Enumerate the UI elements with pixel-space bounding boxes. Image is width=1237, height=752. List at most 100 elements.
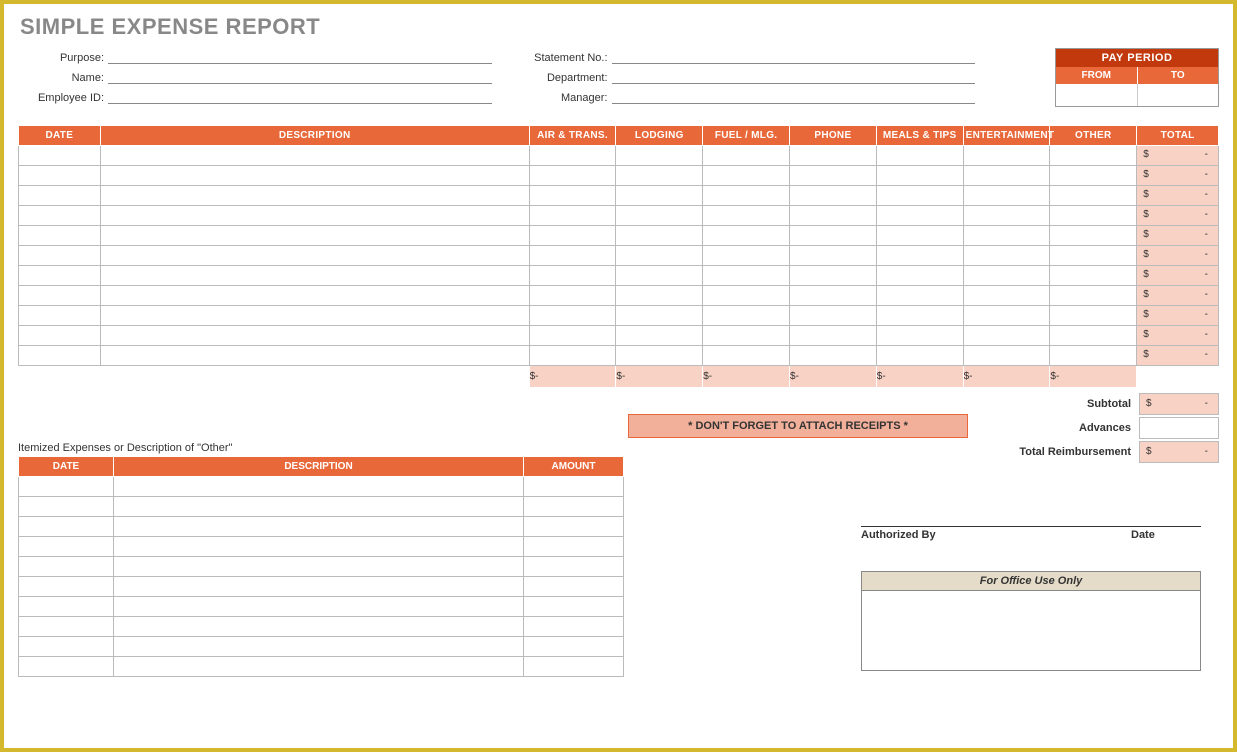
pay-period-from[interactable] — [1056, 84, 1138, 106]
itemized-cell[interactable] — [19, 617, 114, 637]
itemized-cell[interactable] — [114, 537, 524, 557]
expense-cell[interactable] — [100, 306, 529, 326]
expense-cell[interactable] — [876, 186, 963, 206]
itemized-cell[interactable] — [19, 517, 114, 537]
itemized-cell[interactable] — [524, 477, 624, 497]
expense-cell[interactable] — [963, 266, 1050, 286]
expense-cell[interactable] — [790, 166, 877, 186]
itemized-cell[interactable] — [114, 577, 524, 597]
expense-cell[interactable] — [529, 246, 616, 266]
expense-cell[interactable] — [963, 326, 1050, 346]
expense-cell[interactable] — [963, 186, 1050, 206]
itemized-cell[interactable] — [524, 537, 624, 557]
advances-value[interactable] — [1139, 417, 1219, 439]
expense-cell[interactable] — [100, 266, 529, 286]
itemized-cell[interactable] — [524, 617, 624, 637]
expense-cell[interactable] — [790, 326, 877, 346]
expense-cell[interactable] — [529, 186, 616, 206]
expense-cell[interactable] — [703, 306, 790, 326]
itemized-cell[interactable] — [524, 597, 624, 617]
expense-cell[interactable] — [703, 186, 790, 206]
input-department[interactable] — [612, 68, 976, 84]
expense-cell[interactable] — [616, 146, 703, 166]
expense-cell[interactable] — [1050, 166, 1137, 186]
expense-cell[interactable] — [616, 306, 703, 326]
expense-cell[interactable] — [529, 166, 616, 186]
expense-cell[interactable] — [790, 146, 877, 166]
expense-cell[interactable] — [703, 246, 790, 266]
itemized-cell[interactable] — [114, 517, 524, 537]
itemized-cell[interactable] — [114, 597, 524, 617]
expense-cell[interactable] — [19, 306, 101, 326]
expense-cell[interactable] — [529, 346, 616, 366]
expense-cell[interactable] — [616, 326, 703, 346]
expense-cell[interactable] — [963, 286, 1050, 306]
expense-cell[interactable] — [100, 246, 529, 266]
input-manager[interactable] — [612, 88, 976, 104]
expense-cell[interactable] — [876, 246, 963, 266]
expense-cell[interactable] — [19, 186, 101, 206]
expense-cell[interactable] — [616, 186, 703, 206]
expense-cell[interactable] — [19, 146, 101, 166]
expense-cell[interactable] — [616, 286, 703, 306]
expense-cell[interactable] — [529, 286, 616, 306]
expense-cell[interactable] — [876, 206, 963, 226]
expense-cell[interactable] — [100, 166, 529, 186]
expense-cell[interactable] — [100, 186, 529, 206]
expense-cell[interactable] — [616, 346, 703, 366]
expense-cell[interactable] — [1050, 266, 1137, 286]
expense-cell[interactable] — [616, 206, 703, 226]
expense-cell[interactable] — [703, 266, 790, 286]
expense-cell[interactable] — [703, 206, 790, 226]
expense-cell[interactable] — [19, 206, 101, 226]
itemized-cell[interactable] — [19, 657, 114, 677]
input-statement-no[interactable] — [612, 48, 976, 64]
expense-cell[interactable] — [1050, 206, 1137, 226]
itemized-cell[interactable] — [524, 497, 624, 517]
itemized-cell[interactable] — [524, 517, 624, 537]
expense-cell[interactable] — [529, 306, 616, 326]
expense-cell[interactable] — [19, 166, 101, 186]
expense-cell[interactable] — [19, 326, 101, 346]
itemized-cell[interactable] — [524, 657, 624, 677]
itemized-cell[interactable] — [19, 477, 114, 497]
expense-cell[interactable] — [1050, 186, 1137, 206]
expense-cell[interactable] — [1050, 146, 1137, 166]
expense-cell[interactable] — [703, 286, 790, 306]
expense-cell[interactable] — [963, 346, 1050, 366]
expense-cell[interactable] — [1050, 326, 1137, 346]
expense-cell[interactable] — [1050, 306, 1137, 326]
expense-cell[interactable] — [529, 226, 616, 246]
expense-cell[interactable] — [19, 346, 101, 366]
expense-cell[interactable] — [19, 286, 101, 306]
expense-cell[interactable] — [790, 206, 877, 226]
itemized-cell[interactable] — [524, 557, 624, 577]
expense-cell[interactable] — [100, 146, 529, 166]
expense-cell[interactable] — [100, 326, 529, 346]
expense-cell[interactable] — [876, 306, 963, 326]
itemized-cell[interactable] — [114, 557, 524, 577]
expense-cell[interactable] — [100, 206, 529, 226]
expense-cell[interactable] — [876, 326, 963, 346]
expense-cell[interactable] — [19, 246, 101, 266]
expense-cell[interactable] — [790, 286, 877, 306]
input-employee-id[interactable] — [108, 88, 492, 104]
itemized-cell[interactable] — [524, 577, 624, 597]
itemized-cell[interactable] — [114, 477, 524, 497]
input-purpose[interactable] — [108, 48, 492, 64]
expense-cell[interactable] — [616, 226, 703, 246]
expense-cell[interactable] — [790, 186, 877, 206]
expense-cell[interactable] — [790, 266, 877, 286]
expense-cell[interactable] — [1050, 286, 1137, 306]
expense-cell[interactable] — [876, 266, 963, 286]
expense-cell[interactable] — [790, 306, 877, 326]
expense-cell[interactable] — [529, 326, 616, 346]
pay-period-to[interactable] — [1138, 84, 1219, 106]
itemized-cell[interactable] — [19, 597, 114, 617]
expense-cell[interactable] — [963, 246, 1050, 266]
expense-cell[interactable] — [703, 146, 790, 166]
expense-cell[interactable] — [790, 226, 877, 246]
expense-cell[interactable] — [963, 206, 1050, 226]
expense-cell[interactable] — [529, 206, 616, 226]
expense-cell[interactable] — [616, 246, 703, 266]
